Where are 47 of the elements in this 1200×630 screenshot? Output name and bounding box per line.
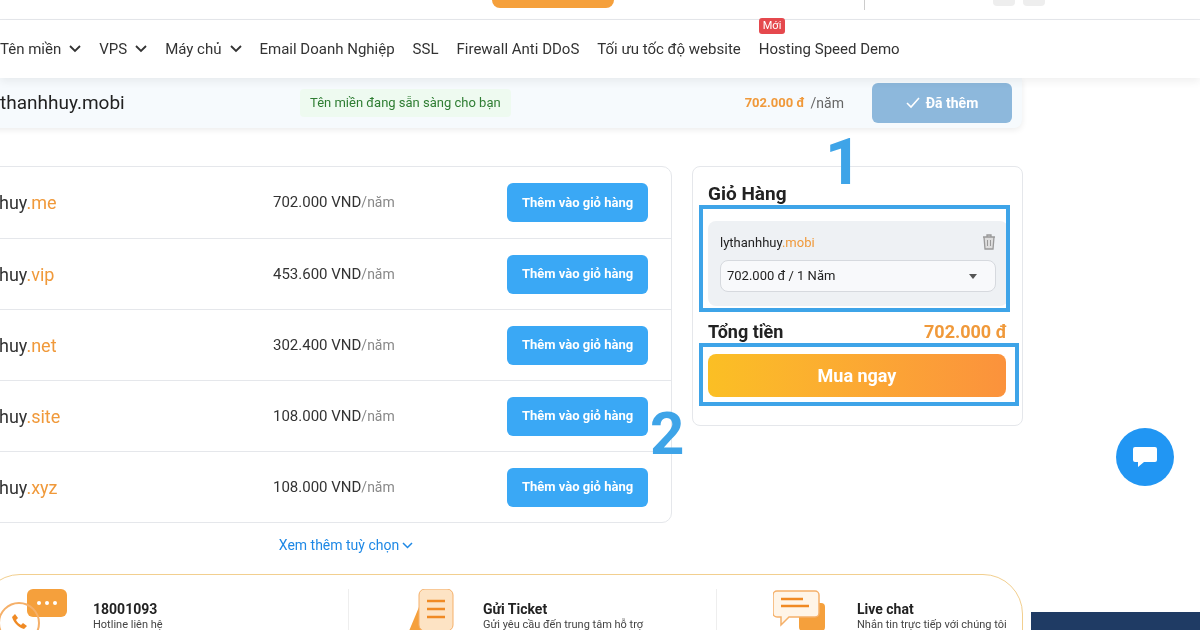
domain-price: 702.000 đ xyxy=(744,94,805,113)
chevron-down-icon xyxy=(402,542,414,549)
nav-item[interactable]: SSL xyxy=(412,37,439,61)
support-title: 18001093 xyxy=(93,601,159,618)
chevron-down-icon xyxy=(229,45,242,53)
trash-icon[interactable] xyxy=(982,234,996,251)
nav-item[interactable]: Hosting Speed Demo xyxy=(758,37,900,61)
support-subtitle: Gửi yêu cầu đến trung tâm hỗ trợ xyxy=(483,618,644,630)
support-title: Live chat xyxy=(857,601,915,618)
chevron-down-icon xyxy=(135,45,148,53)
domain-name: huy.xyz xyxy=(0,475,59,500)
annotation-number: 1 xyxy=(825,131,862,195)
chevron-down-icon xyxy=(69,45,82,53)
chat-button[interactable] xyxy=(1116,428,1174,486)
availability-message: Tên miền đang sẵn sàng cho bạn xyxy=(300,89,511,117)
domain-price: 453.600 VND/năm xyxy=(273,263,396,285)
cart-title: Giỏ Hàng xyxy=(708,181,788,207)
hotline-button[interactable] xyxy=(492,0,614,8)
nav-item[interactable]: Firewall Anti DDoS xyxy=(456,37,580,61)
nav-item[interactable]: Email Doanh Nghiệp xyxy=(259,37,395,61)
more-options-link[interactable]: Xem thêm tuỳ chọn xyxy=(278,535,414,556)
domain-name: huy.vip xyxy=(0,262,56,287)
support-subtitle: Nhắn tin trực tiếp với chúng tôi xyxy=(857,618,1007,630)
nav-item[interactable]: VPS xyxy=(99,37,128,61)
domain-name: huy.site xyxy=(0,404,62,429)
domain-price: 702.000 VND/năm xyxy=(273,192,396,214)
header-divider xyxy=(864,0,865,10)
caret-icon xyxy=(969,273,977,279)
domain-name: thanhhuy.mobi xyxy=(0,89,126,116)
nav-item[interactable]: Máy chủ xyxy=(165,37,222,61)
domain-price: 302.400 VND/năm xyxy=(273,334,396,356)
domain-price: 108.000 VND/năm xyxy=(273,405,396,427)
nav-item[interactable]: Tối ưu tốc độ website xyxy=(597,37,741,61)
nav-item[interactable]: Tên miền xyxy=(0,37,62,61)
annotation-number: 2 xyxy=(650,404,685,464)
check-icon xyxy=(905,97,920,109)
chat-bubble-icon xyxy=(1132,446,1158,468)
total-label: Tổng tiền xyxy=(708,319,784,344)
support-title: Gửi Ticket xyxy=(483,601,549,618)
domain-name: huy.net xyxy=(0,333,58,358)
domain-price: 108.000 VND/năm xyxy=(273,476,396,498)
cart-item-domain: lythanhhuy.mobi xyxy=(720,233,815,252)
support-subtitle: Hotline liên hệ xyxy=(93,618,163,630)
price-period: /năm xyxy=(810,93,844,113)
period-select[interactable]: 702.000 đ / 1 Năm xyxy=(720,260,996,292)
domain-name: huy.me xyxy=(0,191,58,215)
total-price: 702.000 đ xyxy=(924,319,1007,344)
